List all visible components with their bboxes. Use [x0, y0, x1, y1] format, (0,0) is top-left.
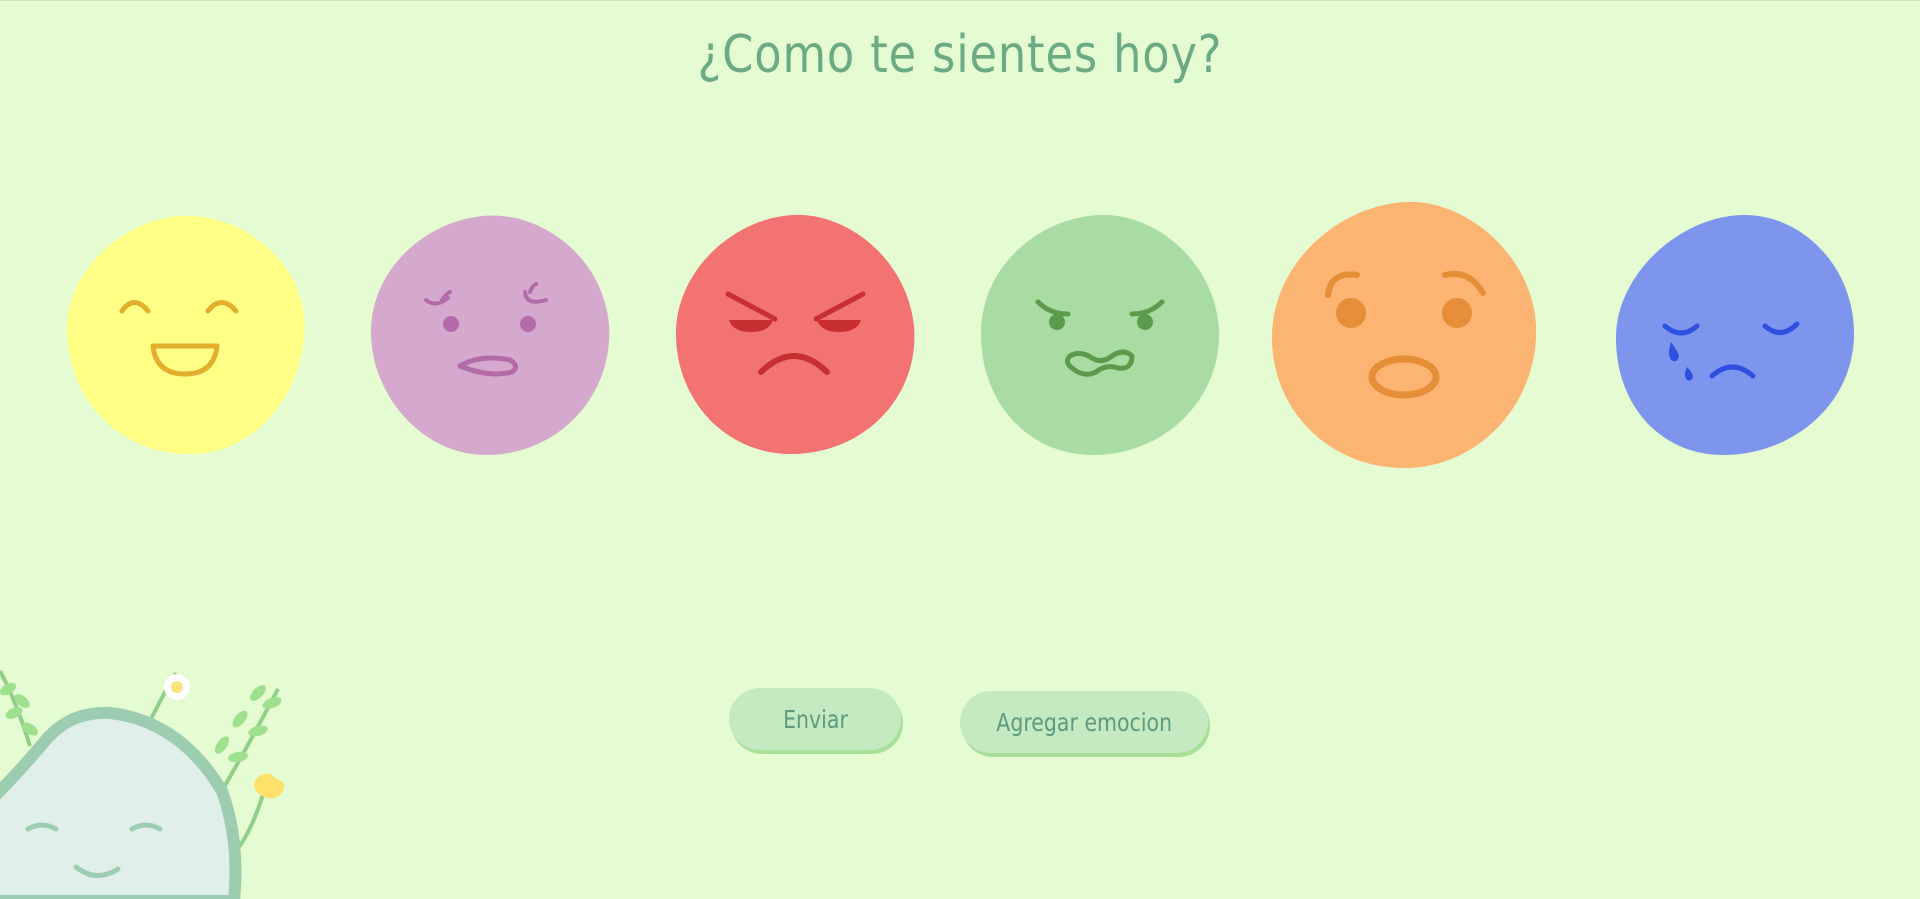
- plant-mascot-icon: [0, 670, 285, 899]
- page-title: ¿Como te sientes hoy?: [697, 25, 1223, 85]
- happy-face-icon: [66, 215, 305, 455]
- surprised-face-icon: [1271, 201, 1537, 469]
- emotion-happy-face[interactable]: [66, 214, 306, 456]
- emotion-sad-face[interactable]: [1615, 214, 1855, 456]
- add-emotion-button-label: Agregar emocion: [996, 707, 1172, 737]
- angry-face-icon: [675, 214, 915, 455]
- emotion-surprised-face[interactable]: [1271, 201, 1537, 469]
- send-button[interactable]: Enviar: [729, 688, 901, 750]
- mascot-illustration: [0, 661, 300, 899]
- worried-face-icon: [370, 215, 610, 456]
- send-button-label: Enviar: [782, 704, 848, 734]
- emotion-picker-page: ¿Como te sientes hoy? Enviar Agregar emo…: [0, 0, 1920, 899]
- emotion-angry-face[interactable]: [675, 214, 915, 456]
- sad-face-icon: [1615, 214, 1855, 456]
- add-emotion-button[interactable]: Agregar emocion: [960, 691, 1208, 753]
- emotion-worried-face[interactable]: [370, 214, 610, 456]
- disgusted-face-icon: [980, 214, 1220, 456]
- emotion-disgusted-face[interactable]: [980, 214, 1220, 456]
